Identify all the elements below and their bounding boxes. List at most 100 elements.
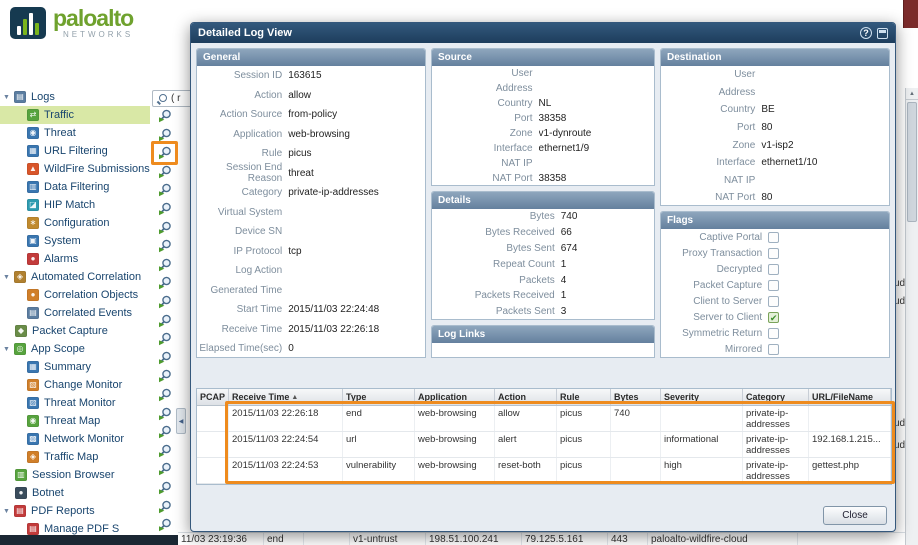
expand-triangle-icon[interactable]: ▼	[3, 274, 14, 281]
field-label: Bytes Sent	[432, 243, 561, 254]
log-detail-magnifier-icon[interactable]	[157, 499, 175, 515]
sidebar-item-label: Correlation Objects	[44, 289, 138, 301]
field-value: 80	[761, 122, 772, 133]
sidebar-collapse-handle[interactable]	[176, 408, 186, 434]
field-value: web-browsing	[288, 129, 350, 140]
log-detail-magnifier-icon[interactable]	[157, 368, 175, 384]
general-field-action: Actionallow	[197, 86, 425, 106]
log-detail-magnifier-icon[interactable]	[157, 406, 175, 422]
log-detail-magnifier-icon[interactable]	[157, 238, 175, 254]
sidebar-item-change-monitor[interactable]: ▧Change Monitor	[0, 376, 150, 394]
field-label: Repeat Count	[432, 259, 561, 270]
log-detail-magnifier-icon[interactable]	[157, 387, 175, 403]
sidebar-item-url-filtering[interactable]: ▦ URL Filtering	[0, 142, 150, 160]
sidebar-item-label: Session Browser	[32, 469, 115, 481]
log-detail-magnifier-icon[interactable]	[157, 443, 175, 459]
scroll-up-arrow-icon[interactable]: ▲	[906, 88, 918, 100]
details-field-bytes-sent: Bytes Sent674	[432, 241, 654, 257]
sidebar-item-label: App Scope	[31, 343, 85, 355]
sidebar-item-packet-capture[interactable]: ◆Packet Capture	[0, 322, 150, 340]
expand-triangle-icon[interactable]: ▼	[3, 346, 14, 353]
field-value: 4	[561, 275, 567, 286]
sidebar-item-session-browser[interactable]: ▥Session Browser	[0, 466, 150, 484]
sidebar-item-data-filtering[interactable]: ▥Data Filtering	[0, 178, 150, 196]
sidebar-item-hip-match[interactable]: ◪HIP Match	[0, 196, 150, 214]
sidebar-item-app-scope[interactable]: ▼◎App Scope	[0, 340, 150, 358]
background-row-cell	[304, 533, 350, 545]
sidebar-item-system[interactable]: ▣ System	[0, 232, 150, 250]
field-value: 3	[561, 306, 567, 317]
sidebar-item-correlated-events[interactable]: ▤Correlated Events	[0, 304, 150, 322]
log-detail-magnifier-icon[interactable]	[157, 275, 175, 291]
expand-triangle-icon[interactable]: ▼	[3, 94, 14, 101]
source-field-nat-port: NAT Port38358	[432, 171, 654, 186]
sidebar-nav: ▼▤Logs⇄Traffic◉Threat▦URL Filtering▲Wild…	[0, 60, 150, 538]
flag-proxy-transaction: Proxy Transaction	[661, 245, 889, 261]
url-filtering-icon: ▦	[27, 145, 39, 157]
checkbox-unchecked-icon	[768, 280, 779, 291]
background-log-row[interactable]: 11/03 23:19:36endv1-untrust198.51.100.24…	[178, 532, 905, 545]
log-detail-magnifier-icon[interactable]	[157, 164, 175, 180]
log-detail-magnifier-icon[interactable]	[157, 461, 175, 477]
sidebar-item-summary[interactable]: ▦Summary	[0, 358, 150, 376]
log-detail-magnifier-icon[interactable]	[157, 517, 175, 533]
automated-correlation-icon: ◈	[14, 271, 26, 283]
log-detail-magnifier-icon[interactable]	[157, 220, 175, 236]
log-links-panel-header: Log Links	[432, 326, 654, 343]
sidebar-item-label: Traffic Map	[44, 451, 98, 463]
sidebar-item-network-monitor[interactable]: ▩Network Monitor	[0, 430, 150, 448]
sidebar-item-label: URL Filtering	[44, 145, 108, 157]
sidebar-item-label: Automated Correlation	[31, 271, 141, 283]
sidebar-item-threat-map[interactable]: ◉Threat Map	[0, 412, 150, 430]
expand-triangle-icon[interactable]: ▼	[3, 508, 14, 515]
flag-symmetric-return: Symmetric Return	[661, 326, 889, 342]
close-button[interactable]: Close	[823, 506, 887, 525]
sidebar-item-traffic-map[interactable]: ◈Traffic Map	[0, 448, 150, 466]
log-detail-magnifier-icon[interactable]	[157, 313, 175, 329]
sidebar-item-pdf-reports[interactable]: ▼▤PDF Reports	[0, 502, 150, 520]
sidebar-item-threat-monitor[interactable]: ▨Threat Monitor	[0, 394, 150, 412]
flag-mirrored: Mirrored	[661, 342, 889, 358]
destination-field-nat-port: NAT Port80	[661, 189, 889, 206]
sidebar-item-threat[interactable]: ◉Threat	[0, 124, 150, 142]
vertical-scrollbar[interactable]: ▲	[905, 88, 918, 545]
field-label: Receive Time	[197, 324, 288, 335]
field-label: Packets Received	[432, 290, 561, 301]
log-detail-magnifier-icon[interactable]	[157, 331, 175, 347]
correlated-events-icon: ▤	[27, 307, 39, 319]
log-detail-magnifier-icon[interactable]	[157, 294, 175, 310]
field-label: Device SN	[197, 226, 288, 237]
sidebar-item-configuration[interactable]: ∗Configuration	[0, 214, 150, 232]
sidebar-item-correlation-objects[interactable]: ●Correlation Objects	[0, 286, 150, 304]
packet-capture-icon: ◆	[15, 325, 27, 337]
sidebar-item-traffic[interactable]: ⇄Traffic	[0, 106, 150, 124]
sidebar-item-botnet[interactable]: ●Botnet	[0, 484, 150, 502]
help-icon[interactable]: ?	[860, 27, 872, 39]
system-icon: ▣	[27, 235, 39, 247]
sidebar-item-wildfire-submissions[interactable]: ▲WildFire Submissions	[0, 160, 150, 178]
field-value: 0	[288, 343, 294, 354]
general-field-session-id: Session ID163615	[197, 66, 425, 86]
sidebar-item-label: System	[44, 235, 81, 247]
general-field-application: Applicationweb-browsing	[197, 125, 425, 145]
details-field-bytes-received: Bytes Received66	[432, 225, 654, 241]
sidebar-item-automated-correlation[interactable]: ▼◈ Automated Correlation	[0, 268, 150, 286]
log-detail-magnifier-icon[interactable]	[157, 182, 175, 198]
flags-panel: FlagsCaptive PortalProxy TransactionDecr…	[660, 211, 890, 358]
log-detail-magnifier-icon[interactable]	[157, 350, 175, 366]
general-field-session-end-reason: Session End Reasonthreat	[197, 164, 425, 184]
log-detail-magnifier-icon[interactable]	[157, 480, 175, 496]
sidebar-item-logs[interactable]: ▼▤Logs	[0, 88, 150, 106]
log-detail-magnifier-icon[interactable]	[157, 424, 175, 440]
sidebar-item-alarms[interactable]: ●Alarms	[0, 250, 150, 268]
field-value: 1	[561, 290, 567, 301]
log-detail-magnifier-icon[interactable]	[157, 257, 175, 273]
log-detail-magnifier-icon[interactable]	[157, 108, 175, 124]
minimize-icon[interactable]	[877, 28, 888, 39]
field-label: Virtual System	[197, 207, 288, 218]
hip-match-icon: ◪	[27, 199, 39, 211]
scrollbar-thumb[interactable]	[907, 102, 917, 222]
modal-title-bar[interactable]: Detailed Log View ?	[191, 23, 895, 43]
sidebar-item-label: Logs	[31, 91, 55, 103]
log-detail-magnifier-icon[interactable]	[157, 201, 175, 217]
